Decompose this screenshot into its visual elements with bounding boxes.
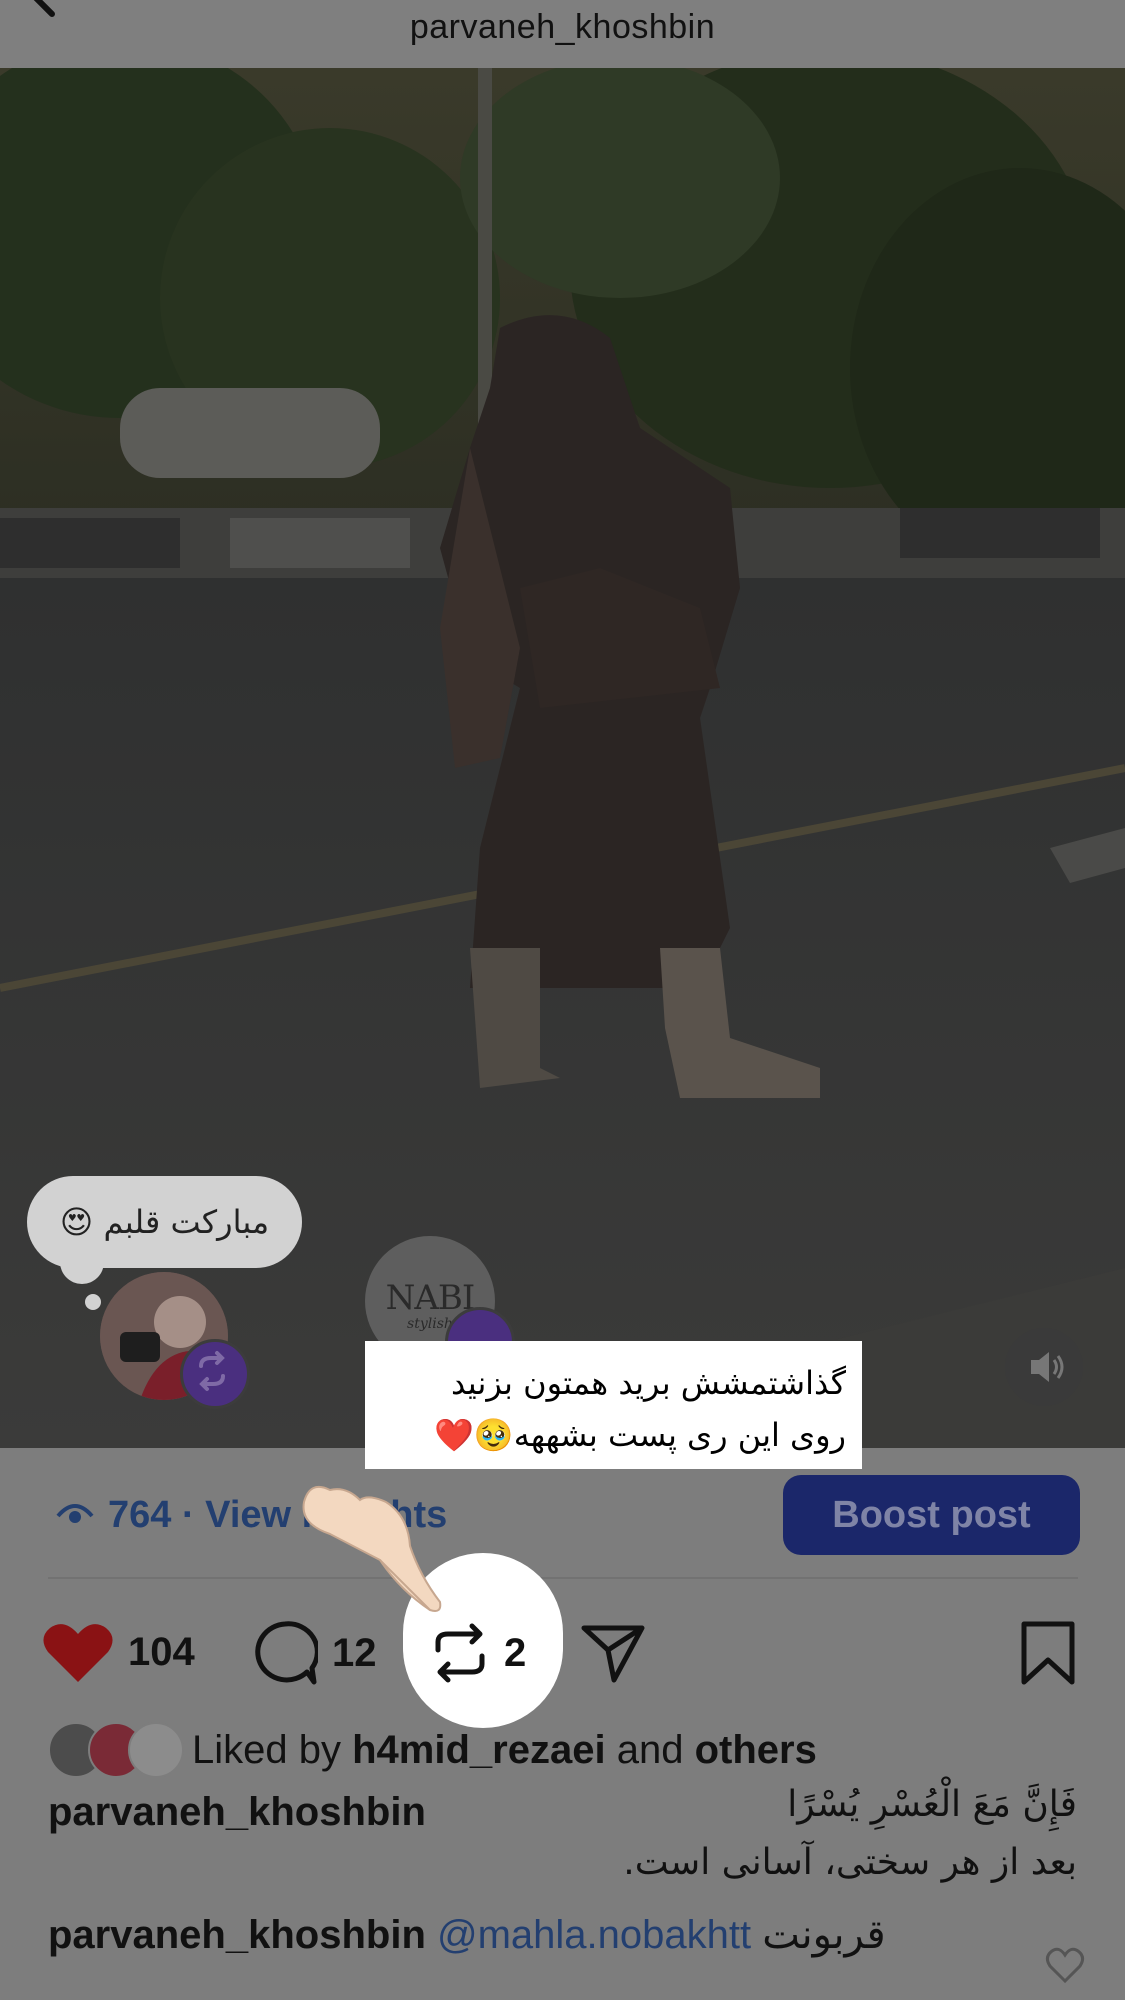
sound-toggle-button[interactable] xyxy=(1005,1328,1083,1406)
action-row: 104 12 2 xyxy=(0,1610,1125,1700)
liked-by-row[interactable]: Liked by h4mid_rezaei and others xyxy=(48,1722,817,1778)
comment-row[interactable]: parvaneh_khoshbin @mahla.nobakhtt قربونت xyxy=(48,1912,886,1958)
comment-username[interactable]: parvaneh_khoshbin xyxy=(48,1913,426,1957)
comment-like-icon[interactable] xyxy=(1045,1945,1085,1985)
comment-mention[interactable]: @mahla.nobakhtt xyxy=(437,1913,751,1957)
liked-by-prefix: Liked by xyxy=(192,1727,341,1772)
repost-badge xyxy=(180,1339,250,1409)
comment-icon xyxy=(255,1621,318,1685)
caption-arabic-text: فَإِنَّ مَعَ الْعُسْرِ يُسْرًا xyxy=(787,1784,1077,1825)
caption-username[interactable]: parvaneh_khoshbin xyxy=(48,1790,426,1835)
liked-by-others[interactable]: others xyxy=(695,1728,817,1773)
tutorial-caption-line1: گذاشتمشش برید همتون بزنید xyxy=(451,1364,846,1402)
speaker-icon xyxy=(1031,1352,1064,1382)
divider xyxy=(48,1577,1078,1579)
repost-button[interactable]: 2 xyxy=(430,1620,526,1686)
comments-count: 12 xyxy=(332,1630,377,1675)
send-icon xyxy=(581,1625,645,1683)
eye-icon xyxy=(56,1504,94,1523)
header-username[interactable]: parvaneh_khoshbin xyxy=(0,8,1125,47)
liked-by-and: and xyxy=(616,1727,684,1772)
repost-icon xyxy=(435,1623,485,1683)
comment-button[interactable]: 12 xyxy=(252,1620,377,1686)
like-button[interactable]: 104 xyxy=(42,1620,195,1684)
liker-avatars xyxy=(48,1722,184,1778)
pointing-hand-icon xyxy=(302,1486,442,1612)
liker-avatar-3 xyxy=(128,1722,184,1778)
top-header: parvaneh_khoshbin xyxy=(0,0,1125,69)
bookmark-icon xyxy=(1021,1621,1075,1685)
share-button[interactable] xyxy=(580,1622,646,1684)
repost-icon xyxy=(199,1351,225,1391)
heart-icon xyxy=(43,1624,113,1682)
likes-count: 104 xyxy=(128,1629,195,1674)
caption-persian-text: بعد از هر سختی، آسانی است. xyxy=(623,1842,1077,1883)
boost-post-button[interactable]: Boost post xyxy=(783,1475,1080,1555)
comment-bubble: مبارکت قلبم 😍 xyxy=(27,1176,302,1268)
reposts-count: 2 xyxy=(504,1630,527,1675)
liked-by-user[interactable]: h4mid_rezaei xyxy=(352,1728,605,1773)
save-button[interactable] xyxy=(1020,1620,1076,1686)
comment-text: قربونت xyxy=(762,1912,886,1958)
bubble-tail-dot xyxy=(85,1294,101,1310)
